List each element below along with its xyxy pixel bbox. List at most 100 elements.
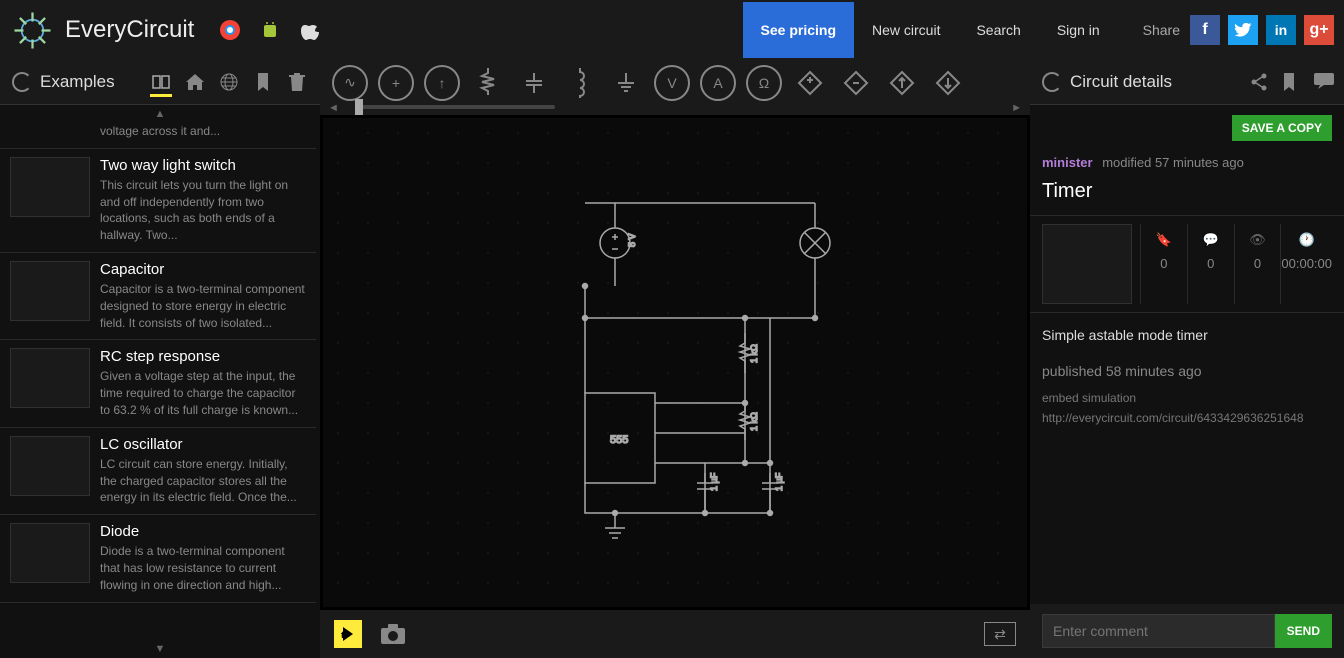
svg-text:1 µF: 1 µF	[774, 472, 784, 491]
refresh-icon[interactable]	[12, 72, 32, 92]
author-link[interactable]: minister	[1042, 155, 1093, 170]
ammeter-icon[interactable]: A	[700, 65, 736, 101]
embed-url[interactable]: http://everycircuit.com/circuit/64334296…	[1042, 411, 1332, 425]
example-desc: Capacitor is a two-terminal component de…	[100, 281, 306, 331]
facebook-icon[interactable]: f	[1190, 15, 1220, 45]
chrome-icon[interactable]	[219, 19, 241, 41]
component-toolbar: ∿ + ↑ V A Ω	[320, 60, 1030, 105]
example-item[interactable]: Diode Diode is a two-terminal component …	[0, 515, 316, 602]
globe-tab-icon[interactable]	[218, 73, 240, 91]
camera-icon[interactable]	[380, 623, 406, 645]
example-item[interactable]: RC step response Given a voltage step at…	[0, 340, 316, 427]
canvas-footer: t ⇄	[320, 610, 1030, 658]
ac-source-icon[interactable]: ∿	[332, 65, 368, 101]
bookmark-icon: 🔖	[1141, 232, 1187, 248]
inductor-icon[interactable]	[562, 65, 598, 101]
chat-icon[interactable]	[1314, 73, 1332, 91]
example-thumbnail	[10, 157, 90, 217]
modified-label: modified 57 minutes ago	[1102, 155, 1244, 170]
svg-text:t: t	[341, 630, 344, 640]
svg-text:1 kΩ: 1 kΩ	[749, 411, 759, 430]
example-thumbnail	[10, 523, 90, 583]
circuit-canvas[interactable]: 5 V 555 1 kΩ 1 kΩ 1 µF 1 µF	[323, 118, 1027, 607]
vcvs-icon[interactable]	[792, 65, 828, 101]
example-title: Capacitor	[100, 261, 306, 278]
send-button[interactable]: SEND	[1275, 614, 1332, 648]
svg-text:555: 555	[610, 434, 628, 446]
embed-label: embed simulation	[1042, 391, 1332, 405]
logo-section[interactable]: EveryCircuit	[10, 8, 194, 53]
book-tab-icon[interactable]	[150, 73, 172, 91]
example-thumbnail	[10, 261, 90, 321]
example-item[interactable]: Capacitor Capacitor is a two-terminal co…	[0, 253, 316, 340]
save-copy-button[interactable]: SAVE A COPY	[1232, 115, 1332, 141]
new-circuit-link[interactable]: New circuit	[854, 2, 958, 58]
capacitor-icon[interactable]	[516, 65, 552, 101]
example-thumbnail	[10, 436, 90, 496]
app-name: EveryCircuit	[65, 16, 194, 44]
example-title: Two way light switch	[100, 157, 306, 174]
voltmeter-icon[interactable]: V	[654, 65, 690, 101]
svg-text:1 µF: 1 µF	[709, 472, 719, 491]
ccvs-icon[interactable]	[884, 65, 920, 101]
comment-input[interactable]	[1042, 614, 1275, 648]
circuit-title: Timer	[1030, 180, 1344, 215]
eye-icon: 👁	[1235, 232, 1281, 248]
details-panel: Circuit details SAVE A COPY minister mod…	[1030, 60, 1344, 658]
examples-title: Examples	[40, 72, 146, 92]
circuit-description: Simple astable mode timer	[1042, 327, 1332, 343]
comment-row: SEND	[1030, 604, 1344, 658]
dc-source-icon[interactable]: +	[378, 65, 414, 101]
toolbar-scrollbar[interactable]	[355, 105, 555, 109]
refresh-icon[interactable]	[1042, 72, 1062, 92]
search-link[interactable]: Search	[958, 2, 1038, 58]
example-item[interactable]: LC oscillator LC circuit can store energ…	[0, 428, 316, 515]
ohmmeter-icon[interactable]: Ω	[746, 65, 782, 101]
example-item[interactable]: voltage across it and...	[0, 123, 316, 149]
sign-in-link[interactable]: Sign in	[1039, 2, 1118, 58]
play-button[interactable]: t	[334, 620, 362, 648]
swap-icon[interactable]: ⇄	[984, 622, 1016, 646]
ground-icon[interactable]	[608, 65, 644, 101]
pricing-link[interactable]: See pricing	[743, 2, 854, 58]
cccs-icon[interactable]	[930, 65, 966, 101]
platform-icons	[219, 19, 321, 41]
app-logo-icon	[10, 8, 55, 53]
share-section: Share f in g+	[1143, 15, 1334, 45]
apple-icon[interactable]	[299, 19, 321, 41]
svg-text:1 kΩ: 1 kΩ	[749, 343, 759, 362]
example-desc: Diode is a two-terminal component that h…	[100, 543, 306, 593]
stat-time: 🕐 00:00:00	[1280, 224, 1332, 304]
resistor-icon[interactable]	[470, 65, 506, 101]
example-title: RC step response	[100, 348, 306, 365]
bookmark-tab-icon[interactable]	[252, 73, 274, 91]
example-item[interactable]: Two way light switch This circuit lets y…	[0, 149, 316, 253]
share-icon[interactable]	[1250, 73, 1268, 91]
example-desc: LC circuit can store energy. Initially, …	[100, 456, 306, 506]
example-desc: Given a voltage step at the input, the t…	[100, 368, 306, 418]
bookmark-icon[interactable]	[1282, 73, 1300, 91]
example-title: Diode	[100, 523, 306, 540]
scroll-up-icon[interactable]: ▲	[154, 108, 166, 120]
stats-row: 🔖 0 💬 0 👁 0 🕐 00:00:00	[1030, 215, 1344, 313]
scroll-down-icon[interactable]: ▼	[154, 643, 166, 655]
vccs-icon[interactable]	[838, 65, 874, 101]
googleplus-icon[interactable]: g+	[1304, 15, 1334, 45]
share-label: Share	[1143, 22, 1180, 38]
examples-header: Examples	[0, 60, 320, 105]
examples-list[interactable]: voltage across it and... Two way light s…	[0, 123, 320, 640]
twitter-icon[interactable]	[1228, 15, 1258, 45]
stat-comments: 💬 0	[1187, 224, 1234, 304]
android-icon[interactable]	[259, 19, 281, 41]
linkedin-icon[interactable]: in	[1266, 15, 1296, 45]
example-desc: This circuit lets you turn the light on …	[100, 177, 306, 244]
example-thumbnail	[10, 348, 90, 408]
stat-views: 👁 0	[1234, 224, 1281, 304]
current-source-icon[interactable]: ↑	[424, 65, 460, 101]
trash-tab-icon[interactable]	[286, 73, 308, 91]
app-header: EveryCircuit See pricing New circuit Sea…	[0, 0, 1344, 60]
published-label: published 58 minutes ago	[1042, 363, 1332, 379]
circuit-preview	[1042, 224, 1132, 304]
home-tab-icon[interactable]	[184, 73, 206, 91]
example-title: LC oscillator	[100, 436, 306, 453]
